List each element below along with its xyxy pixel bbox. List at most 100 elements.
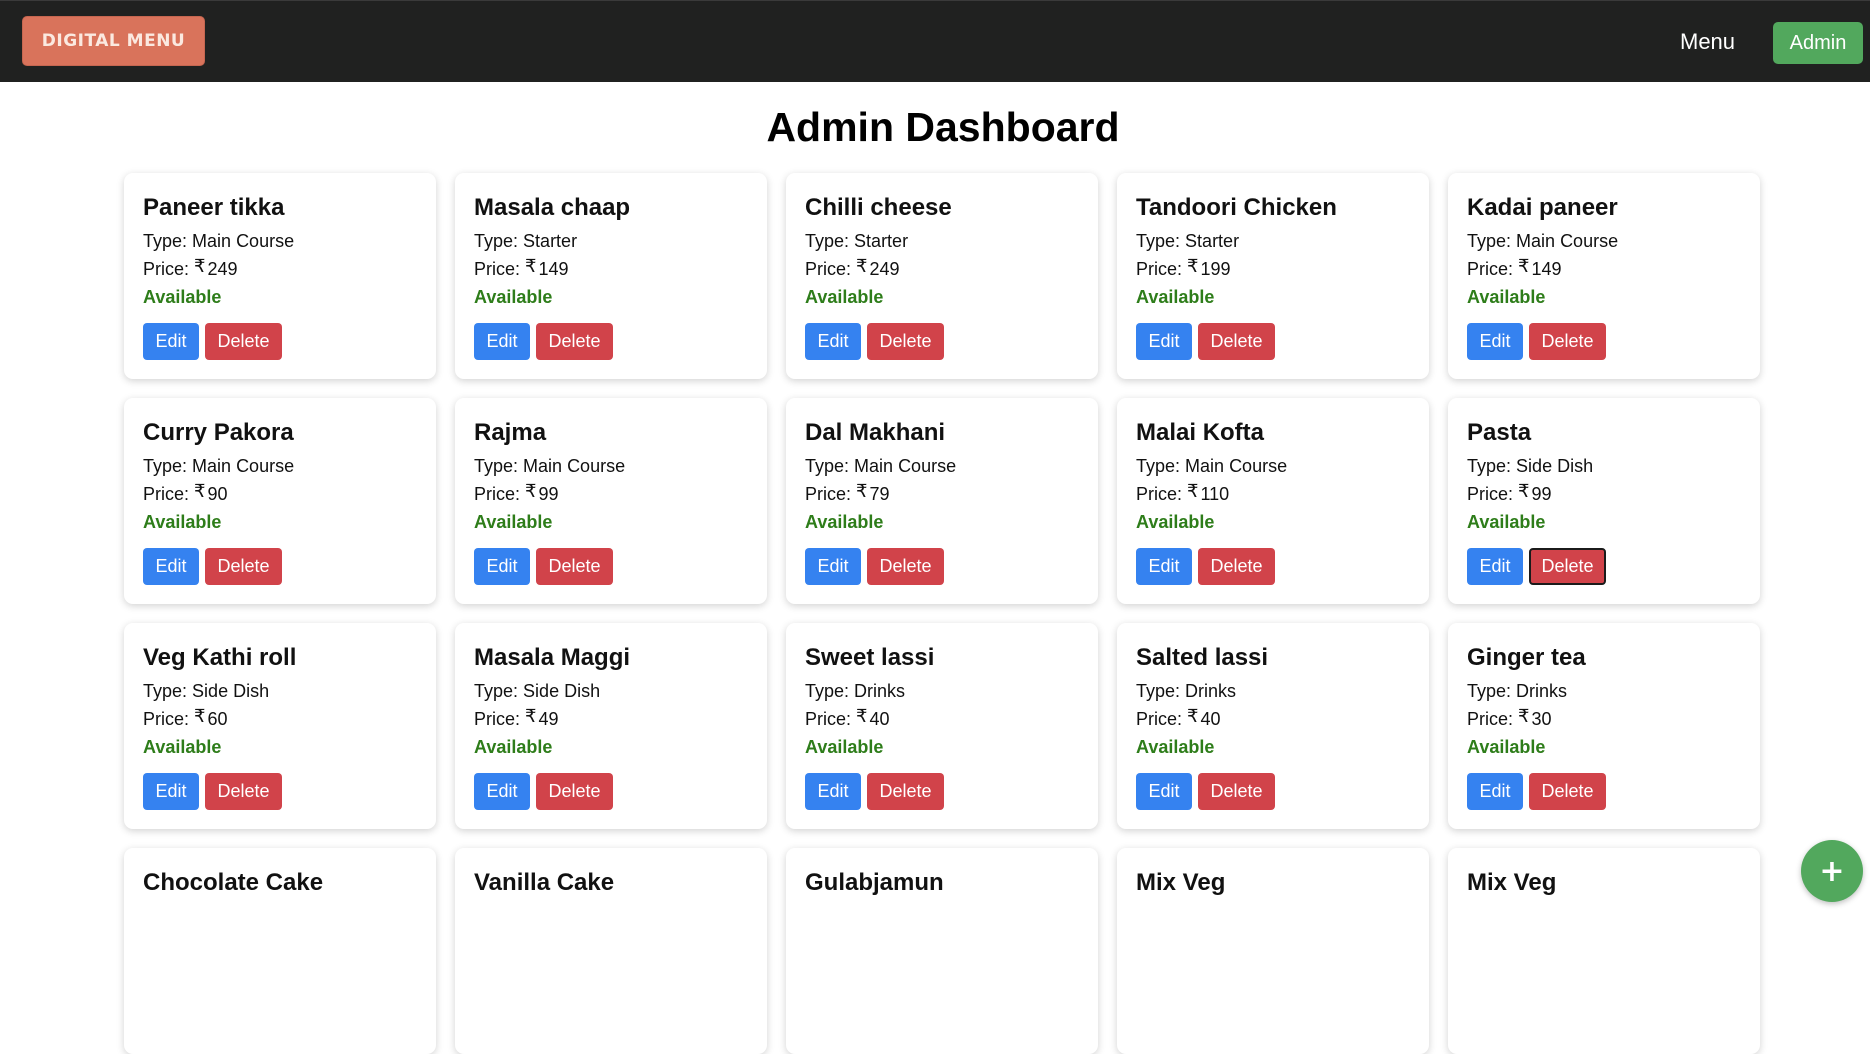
delete-button[interactable]: Delete (867, 548, 944, 585)
card-actions: Edit Delete (805, 323, 944, 360)
delete-button[interactable]: Delete (1198, 773, 1275, 810)
type-label: Type: (1467, 456, 1512, 476)
delete-button[interactable]: Delete (536, 323, 613, 360)
price-value: 249 (869, 259, 900, 279)
menu-link[interactable]: Menu (1680, 29, 1735, 55)
edit-button[interactable]: Edit (474, 773, 530, 810)
edit-button[interactable]: Edit (1467, 548, 1523, 585)
price-label: Price: (1136, 709, 1183, 729)
delete-button[interactable]: Delete (1529, 773, 1606, 810)
logo[interactable]: Digital Menu (22, 16, 205, 66)
card-actions: Edit Delete (1467, 548, 1606, 585)
type-label: Type: (1467, 681, 1512, 701)
add-item-button[interactable]: + (1801, 840, 1863, 902)
item-type: Type: Starter (805, 230, 1079, 252)
price-value: 79 (869, 484, 890, 504)
item-name: Rajma (474, 419, 547, 446)
edit-button[interactable]: Edit (1136, 548, 1192, 585)
item-type: Type: Drinks (1467, 680, 1741, 702)
price-value: 30 (1531, 709, 1552, 729)
item-price: Price: ₹79 (805, 481, 1079, 505)
price-label: Price: (143, 484, 190, 504)
type-value: Main Course (1516, 231, 1619, 251)
edit-button[interactable]: Edit (805, 323, 861, 360)
edit-button[interactable]: Edit (143, 548, 199, 585)
type-label: Type: (474, 681, 519, 701)
delete-button[interactable]: Delete (205, 548, 282, 585)
edit-button[interactable]: Edit (1467, 323, 1523, 360)
menu-item-card: Gulabjamun (786, 848, 1098, 1054)
delete-button[interactable]: Delete (205, 323, 282, 360)
card-actions: Edit Delete (474, 773, 613, 810)
type-label: Type: (1136, 456, 1181, 476)
menu-item-card: Masala Maggi Type: Side Dish Price: ₹49 … (455, 623, 767, 829)
edit-button[interactable]: Edit (1136, 773, 1192, 810)
item-price: Price: ₹149 (1467, 256, 1741, 280)
rupee-icon: ₹ (194, 256, 206, 276)
type-value: Side Dish (523, 681, 601, 701)
item-name: Paneer tikka (143, 194, 285, 221)
edit-button[interactable]: Edit (1467, 773, 1523, 810)
price-label: Price: (143, 709, 190, 729)
card-actions: Edit Delete (805, 548, 944, 585)
delete-button[interactable]: Delete (205, 773, 282, 810)
edit-button[interactable]: Edit (143, 773, 199, 810)
delete-button[interactable]: Delete (1529, 548, 1606, 585)
type-label: Type: (1136, 681, 1181, 701)
card-actions: Edit Delete (1467, 773, 1606, 810)
price-label: Price: (1136, 484, 1183, 504)
status-badge: Available (1467, 737, 1546, 757)
delete-button[interactable]: Delete (867, 323, 944, 360)
item-name: Mix Veg (1467, 869, 1557, 896)
edit-button[interactable]: Edit (805, 548, 861, 585)
rupee-icon: ₹ (856, 706, 868, 726)
delete-button[interactable]: Delete (1198, 548, 1275, 585)
menu-item-card: Masala chaap Type: Starter Price: ₹149 A… (455, 173, 767, 379)
item-name: Chocolate Cake (143, 869, 324, 896)
delete-button[interactable]: Delete (1529, 323, 1606, 360)
status-badge: Available (1136, 737, 1215, 757)
price-label: Price: (1467, 709, 1514, 729)
item-type: Type: Side Dish (143, 680, 417, 702)
edit-button[interactable]: Edit (805, 773, 861, 810)
status-badge: Available (805, 737, 884, 757)
type-label: Type: (1136, 231, 1181, 251)
delete-button[interactable]: Delete (867, 773, 944, 810)
type-value: Drinks (854, 681, 906, 701)
menu-item-card: Dal Makhani Type: Main Course Price: ₹79… (786, 398, 1098, 604)
menu-item-card: Mix Veg (1448, 848, 1760, 1054)
delete-button[interactable]: Delete (536, 773, 613, 810)
edit-button[interactable]: Edit (143, 323, 199, 360)
type-label: Type: (474, 231, 519, 251)
delete-button[interactable]: Delete (1198, 323, 1275, 360)
item-price: Price: ₹40 (1136, 706, 1410, 730)
price-value: 99 (538, 484, 559, 504)
rupee-icon: ₹ (856, 256, 868, 276)
admin-button[interactable]: Admin (1773, 22, 1863, 64)
type-value: Drinks (1185, 681, 1237, 701)
card-actions: Edit Delete (474, 323, 613, 360)
item-type: Type: Drinks (1136, 680, 1410, 702)
delete-button[interactable]: Delete (536, 548, 613, 585)
type-value: Starter (1185, 231, 1240, 251)
menu-item-card: Tandoori Chicken Type: Starter Price: ₹1… (1117, 173, 1429, 379)
item-name: Salted lassi (1136, 644, 1269, 671)
item-name: Kadai paneer (1467, 194, 1618, 221)
price-value: 249 (207, 259, 238, 279)
item-price: Price: ₹249 (805, 256, 1079, 280)
edit-button[interactable]: Edit (1136, 323, 1192, 360)
status-badge: Available (474, 287, 553, 307)
price-label: Price: (1467, 484, 1514, 504)
price-label: Price: (143, 259, 190, 279)
rupee-icon: ₹ (525, 256, 537, 276)
type-value: Main Course (854, 456, 957, 476)
menu-item-card: Rajma Type: Main Course Price: ₹99 Avail… (455, 398, 767, 604)
edit-button[interactable]: Edit (474, 548, 530, 585)
plus-icon: + (1819, 853, 1845, 889)
menu-item-card: Chilli cheese Type: Starter Price: ₹249 … (786, 173, 1098, 379)
type-label: Type: (143, 456, 188, 476)
menu-item-card: Mix Veg (1117, 848, 1429, 1054)
type-value: Starter (523, 231, 578, 251)
item-price: Price: ₹110 (1136, 481, 1410, 505)
edit-button[interactable]: Edit (474, 323, 530, 360)
